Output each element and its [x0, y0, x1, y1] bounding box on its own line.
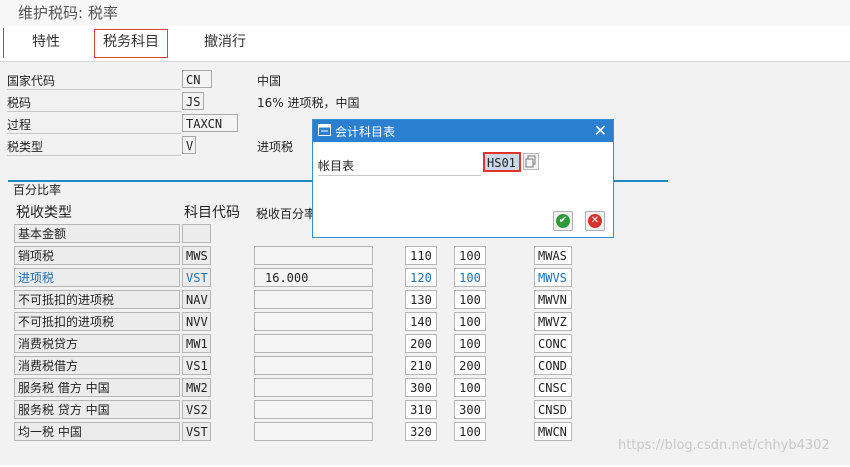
- level-cell: 120: [405, 268, 437, 287]
- tax-rate-input[interactable]: [254, 356, 373, 375]
- tax-type-cell: 基本金额: [14, 224, 180, 243]
- condition-type-cell: MWVS: [534, 268, 572, 287]
- tax-type-cell: 不可抵扣的进项税: [14, 290, 180, 309]
- chart-of-accounts-dialog: 会计科目表 ✕ 帐目表 HS01 ✔ ✕: [312, 119, 614, 238]
- condition-type-cell: CNSD: [534, 400, 572, 419]
- application-toolbar: 特性 税务科目 撤消行: [0, 26, 850, 62]
- tax-code-label: 税码: [7, 94, 181, 112]
- from-level-cell: 100: [454, 268, 486, 287]
- level-cell: 110: [405, 246, 437, 265]
- tax-type-field[interactable]: V: [182, 136, 196, 154]
- toolbar-separator: [3, 28, 4, 58]
- delete-line-button[interactable]: 撤消行: [196, 29, 254, 56]
- from-level-cell: 100: [454, 246, 486, 265]
- dialog-title-bar: 会计科目表 ✕: [313, 120, 613, 142]
- confirm-check-icon: ✔: [556, 214, 570, 228]
- level-cell: 130: [405, 290, 437, 309]
- column-tax-rate: 税收百分率: [256, 207, 317, 221]
- account-key-cell: MWS: [182, 246, 211, 265]
- condition-type-cell: COND: [534, 356, 572, 375]
- from-level-cell: 100: [454, 290, 486, 309]
- level-cell: 210: [405, 356, 437, 375]
- from-level-cell: 100: [454, 422, 486, 441]
- account-key-cell: VST: [182, 268, 211, 287]
- cancel-x-icon: ✕: [588, 214, 602, 228]
- account-key-cell: VS1: [182, 356, 211, 375]
- account-key-cell: MW2: [182, 378, 211, 397]
- country-label: 国家代码: [7, 72, 181, 90]
- condition-type-cell: CNSC: [534, 378, 572, 397]
- tax-type-cell: 均一税 中国: [14, 422, 180, 441]
- tax-rate-input[interactable]: [254, 312, 373, 331]
- tax-type-cell: 消费税贷方: [14, 334, 180, 353]
- chart-of-accounts-label: 帐目表: [318, 157, 481, 176]
- tax-rate-input[interactable]: [254, 290, 373, 309]
- cancel-button[interactable]: ✕: [585, 211, 605, 231]
- chart-of-accounts-input[interactable]: HS01: [483, 152, 521, 172]
- tax-type-cell: 进项税: [14, 268, 180, 287]
- tax-type-cell: 不可抵扣的进项税: [14, 312, 180, 331]
- level-cell: 140: [405, 312, 437, 331]
- country-description: 中国: [257, 74, 282, 88]
- confirm-button[interactable]: ✔: [553, 211, 573, 231]
- value-help-icon[interactable]: [523, 153, 539, 170]
- condition-type-cell: MWVN: [534, 290, 572, 309]
- level-cell: 300: [405, 378, 437, 397]
- tax-type-description: 进项税: [257, 140, 294, 154]
- dialog-window-icon: [318, 124, 331, 136]
- properties-button[interactable]: 特性: [24, 29, 68, 56]
- title-bar: 维护税码: 税率: [0, 0, 850, 26]
- account-key-cell: VS2: [182, 400, 211, 419]
- tax-rate-input[interactable]: [254, 246, 373, 265]
- tax-code-description: 16% 进项税，中国: [257, 96, 360, 110]
- account-key-cell: NVV: [182, 312, 211, 331]
- procedure-label: 过程: [7, 116, 181, 134]
- condition-type-cell: MWCN: [534, 422, 572, 441]
- from-level-cell: 100: [454, 312, 486, 331]
- from-level-cell: 200: [454, 356, 486, 375]
- window-title: 维护税码: 税率: [18, 4, 118, 22]
- tax-type-cell: 服务税 借方 中国: [14, 378, 180, 397]
- tax-type-cell: 服务税 贷方 中国: [14, 400, 180, 419]
- account-key-cell: MW1: [182, 334, 211, 353]
- column-account-key: 科目代码: [184, 205, 240, 221]
- level-cell: 200: [405, 334, 437, 353]
- tax-type-cell: 销项税: [14, 246, 180, 265]
- level-cell: 320: [405, 422, 437, 441]
- from-level-cell: 100: [454, 334, 486, 353]
- condition-type-cell: MWAS: [534, 246, 572, 265]
- level-cell: 310: [405, 400, 437, 419]
- tax-rate-input[interactable]: 16.000: [254, 268, 373, 287]
- procedure-field[interactable]: TAXCN: [182, 114, 238, 132]
- dialog-title: 会计科目表: [335, 125, 396, 139]
- close-icon[interactable]: ✕: [594, 121, 607, 140]
- country-field[interactable]: CN: [182, 70, 212, 88]
- tax-accounts-button[interactable]: 税务科目: [94, 29, 168, 58]
- tax-code-field[interactable]: JS: [182, 92, 204, 110]
- tax-rate-input[interactable]: [254, 400, 373, 419]
- from-level-cell: 100: [454, 378, 486, 397]
- group-title: 百分比率: [13, 183, 62, 197]
- account-key-cell: [182, 224, 211, 243]
- tax-type-cell: 消费税借方: [14, 356, 180, 375]
- condition-type-cell: MWVZ: [534, 312, 572, 331]
- from-level-cell: 300: [454, 400, 486, 419]
- account-key-cell: NAV: [182, 290, 211, 309]
- account-key-cell: VST: [182, 422, 211, 441]
- watermark-text: https://blog.csdn.net/chhyb4302: [618, 438, 830, 453]
- condition-type-cell: CONC: [534, 334, 572, 353]
- tax-rate-input[interactable]: [254, 378, 373, 397]
- tax-rate-input[interactable]: [254, 334, 373, 353]
- tax-rate-input[interactable]: [254, 422, 373, 441]
- tax-type-label: 税类型: [7, 138, 181, 156]
- column-tax-type: 税收类型: [16, 205, 72, 221]
